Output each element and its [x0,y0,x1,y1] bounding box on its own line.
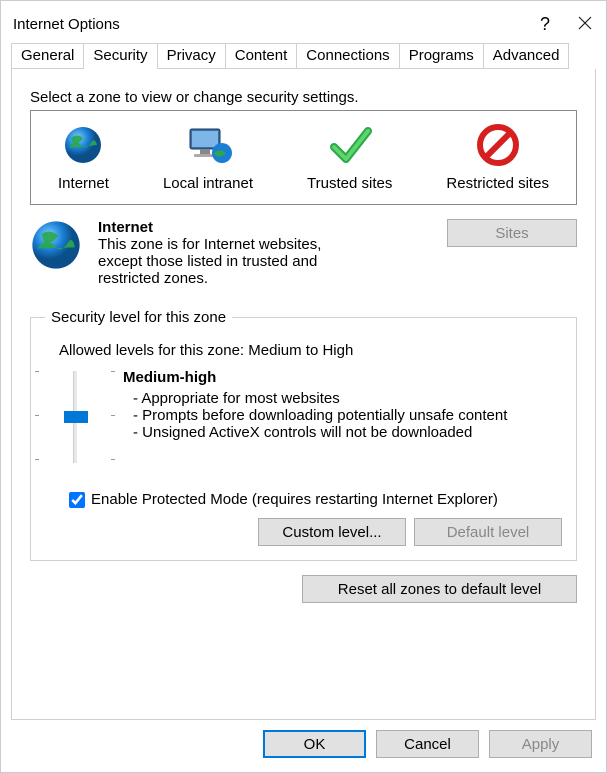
checkmark-icon [326,121,374,169]
zone-label: Local intranet [163,175,253,192]
protected-mode-row: Enable Protected Mode (requires restarti… [69,491,562,508]
cancel-button[interactable]: Cancel [376,730,479,758]
default-level-button[interactable]: Default level [414,518,562,546]
tab-privacy[interactable]: Privacy [157,43,226,69]
protected-mode-checkbox[interactable] [69,492,85,508]
zone-item-internet[interactable]: Internet [54,119,113,194]
zone-item-local-intranet[interactable]: Local intranet [159,119,257,194]
zone-detail-text: Internet This zone is for Internet websi… [98,219,435,287]
zone-label: Internet [58,175,109,192]
level-bullet: - Prompts before downloading potentially… [133,407,562,424]
custom-level-button[interactable]: Custom level... [258,518,406,546]
titlebar: Internet Options ? [1,1,606,41]
level-bullet: - Unsigned ActiveX controls will not be … [133,424,562,441]
level-name: Medium-high [123,369,562,386]
allowed-levels-label: Allowed levels for this zone: Medium to … [59,342,562,359]
zone-label: Trusted sites [307,175,392,192]
no-entry-icon [474,121,522,169]
dialog-buttons: OK Cancel Apply [1,730,606,772]
globe-icon [59,121,107,169]
zone-prompt: Select a zone to view or change security… [30,89,577,106]
zone-item-restricted-sites[interactable]: Restricted sites [442,119,553,194]
reset-all-zones-button[interactable]: Reset all zones to default level [302,575,577,603]
tab-advanced[interactable]: Advanced [483,43,570,69]
help-icon[interactable]: ? [540,14,550,35]
zone-detail-desc: This zone is for Internet websites, exce… [98,236,348,287]
tab-content[interactable]: Content [225,43,298,69]
zone-label: Restricted sites [446,175,549,192]
close-icon[interactable] [578,14,592,35]
monitor-globe-icon [184,121,232,169]
tab-panel-security: Select a zone to view or change security… [11,69,596,720]
zone-selector: Internet Local intranet [30,110,577,205]
security-level-legend: Security level for this zone [45,309,232,326]
tab-strip: General Security Privacy Content Connect… [1,41,606,69]
zone-item-trusted-sites[interactable]: Trusted sites [303,119,396,194]
security-level-group: Security level for this zone Allowed lev… [30,309,577,561]
tab-connections[interactable]: Connections [296,43,399,69]
ok-button[interactable]: OK [263,730,366,758]
level-bullet: - Appropriate for most websites [133,390,562,407]
zone-detail-title: Internet [98,219,435,236]
apply-button[interactable]: Apply [489,730,592,758]
zone-detail: Internet This zone is for Internet websi… [30,219,577,287]
protected-mode-label[interactable]: Enable Protected Mode (requires restarti… [91,491,498,508]
tab-general[interactable]: General [11,43,84,69]
level-info: Medium-high - Appropriate for most websi… [123,369,562,469]
titlebar-controls: ? [540,14,592,35]
sites-button[interactable]: Sites [447,219,577,247]
tab-security[interactable]: Security [83,43,157,69]
tab-programs[interactable]: Programs [399,43,484,69]
window-title: Internet Options [13,16,120,33]
security-level-slider[interactable] [47,369,103,469]
globe-icon [30,219,86,275]
